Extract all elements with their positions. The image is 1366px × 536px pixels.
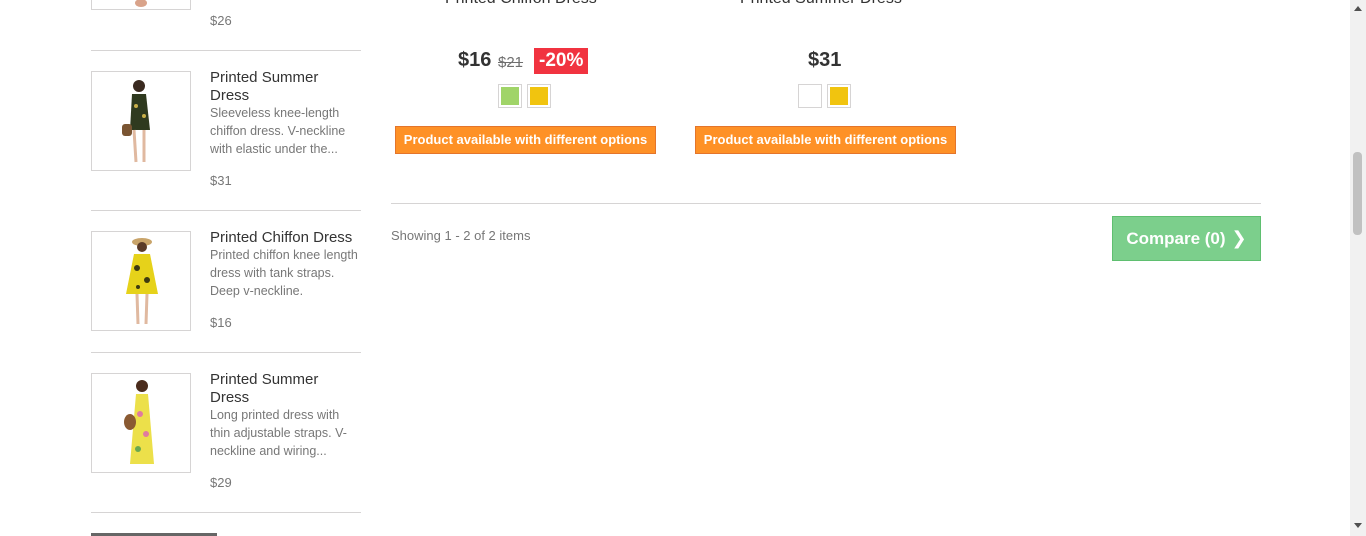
divider — [91, 352, 361, 353]
product-old-price: $21 — [498, 54, 524, 71]
color-swatch-yellow[interactable] — [827, 84, 851, 108]
product-price: $16 — [458, 49, 492, 71]
sidebar-item-title[interactable]: Printed Summer Dress — [210, 371, 360, 407]
divider — [91, 50, 361, 51]
divider — [91, 512, 361, 513]
sidebar-item-description: Printed chiffon knee length dress with t… — [210, 248, 358, 298]
color-swatch-white[interactable] — [798, 84, 822, 108]
scroll-up-icon[interactable] — [1354, 6, 1362, 11]
color-swatch-yellow[interactable] — [527, 84, 551, 108]
availability-label: Product available with different options — [395, 126, 656, 154]
availability-label: Product available with different options — [695, 126, 956, 154]
compare-label: Compare (0) — [1126, 228, 1226, 248]
product-thumbnail[interactable] — [91, 0, 191, 10]
divider — [91, 210, 361, 211]
sidebar-item-description: Sleeveless knee-length chiffon dress. V-… — [210, 106, 346, 156]
vertical-scrollbar[interactable] — [1350, 0, 1366, 536]
product-thumbnail[interactable] — [91, 231, 191, 331]
color-swatch-green[interactable] — [498, 84, 522, 108]
sidebar-item-title[interactable]: Printed Summer Dress — [210, 69, 360, 105]
scrollbar-thumb[interactable] — [1353, 152, 1362, 235]
divider — [391, 203, 1261, 204]
sidebar-item-price: $16 — [210, 315, 232, 330]
sidebar-item-price: $31 — [210, 173, 232, 188]
product-price: $31 — [808, 49, 842, 71]
sidebar-item-price: $29 — [210, 475, 232, 490]
chevron-right-icon: ❯ — [1231, 228, 1247, 248]
pagination-info: Showing 1 - 2 of 2 items — [391, 228, 531, 243]
sidebar-item-title[interactable]: Printed Chiffon Dress — [210, 229, 360, 247]
product-name[interactable]: Printed Summer Dress — [740, 0, 902, 8]
sidebar-item-price: $26 — [210, 13, 232, 28]
discount-badge: -20% — [534, 48, 589, 74]
compare-button[interactable]: Compare (0) ❯ — [1112, 216, 1261, 261]
product-name[interactable]: Printed Chiffon Dress — [445, 0, 597, 8]
product-thumbnail[interactable] — [91, 373, 191, 473]
scroll-down-icon[interactable] — [1354, 523, 1362, 528]
sidebar-item-description: Long printed dress with thin adjustable … — [210, 408, 347, 458]
product-thumbnail[interactable] — [91, 71, 191, 171]
